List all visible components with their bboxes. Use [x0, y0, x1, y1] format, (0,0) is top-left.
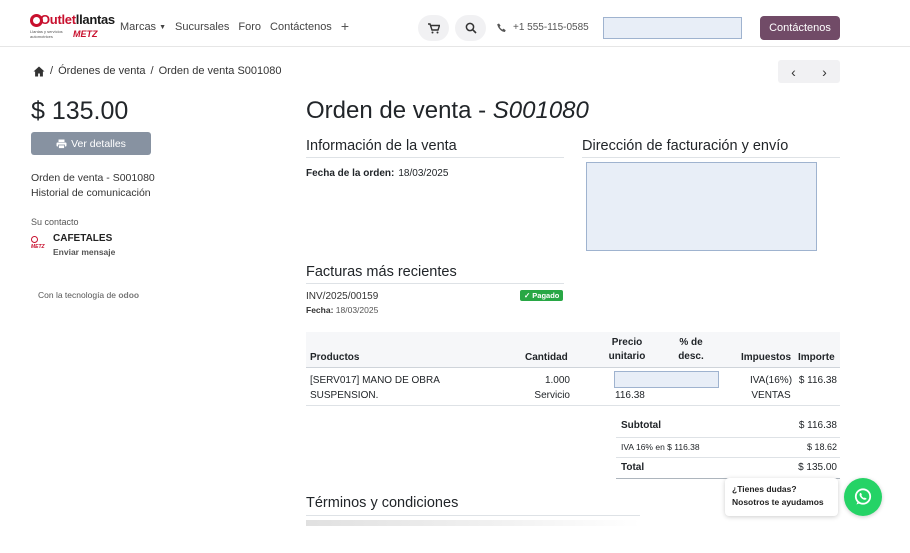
order-date: Fecha de la orden: 18/03/2025 [306, 168, 449, 179]
site-logo[interactable]: Outletllantas Llantas y servicios automo… [30, 12, 115, 42]
tax-label: IVA 16% en $ 116.38 [621, 442, 700, 452]
menu-item-contactenos[interactable]: Contáctenos [270, 21, 332, 33]
table-cell-product: [SERV017] MANO DE OBRA SUSPENSION. [310, 375, 440, 401]
breadcrumb: / Órdenes de venta / Orden de venta S001… [33, 65, 282, 77]
printer-icon [56, 139, 67, 149]
cart-icon [427, 22, 440, 33]
plus-icon[interactable]: + [341, 19, 349, 33]
search-icon [465, 22, 477, 34]
record-pager: ‹ › [778, 60, 840, 83]
total-label: Total [621, 462, 645, 473]
previous-button[interactable]: ‹ [778, 60, 809, 83]
redacted-cell [614, 371, 719, 388]
tax-value: $ 18.62 [806, 442, 837, 452]
invoice-date: Fecha: 18/03/2025 [306, 305, 379, 315]
redacted-address [586, 162, 817, 251]
divider [306, 283, 564, 284]
col-amount: Importe [798, 352, 835, 363]
table-cell-quantity: 1.000 Servicio [534, 375, 570, 401]
menu-item-marcas[interactable]: Marcas ▼ [120, 21, 166, 33]
phone-link[interactable]: +1 555-115-0585 [497, 22, 589, 33]
divider [616, 457, 840, 458]
chat-prompt[interactable]: ¿Tienes dudas? Nosotros te ayudamos [725, 478, 838, 516]
breadcrumb-separator: / [50, 65, 54, 77]
logo-tagline: Llantas y servicios automotrices [30, 29, 63, 39]
terms-text-preview [306, 520, 640, 526]
address-heading: Dirección de facturación y envío [582, 138, 789, 154]
contact-avatar: METZ [31, 236, 49, 252]
contact-heading: Su contacto [31, 217, 79, 227]
table-cell-taxes: IVA(16%) VENTAS [749, 375, 793, 401]
cart-button[interactable] [418, 15, 449, 41]
sidebar-link-order[interactable]: Orden de venta - S001080 [31, 172, 155, 184]
contact-button[interactable]: Contáctenos [760, 16, 840, 40]
divider [306, 157, 564, 158]
menu-item-foro[interactable]: Foro [238, 21, 261, 33]
subtotal-value: $ 116.38 [798, 420, 837, 431]
invoices-heading: Facturas más recientes [306, 264, 457, 280]
divider [616, 437, 840, 438]
logo-brand: METZ [73, 29, 98, 39]
chevron-down-icon: ▼ [159, 24, 166, 31]
main-menu: Marcas ▼ Sucursales Foro Contáctenos + [120, 19, 349, 33]
total-value: $ 135.00 [798, 462, 837, 473]
subtotal-label: Subtotal [621, 420, 661, 431]
order-amount: $ 135.00 [31, 97, 129, 125]
table-cell-unit-price: 116.38 [615, 390, 645, 401]
chevron-left-icon: ‹ [791, 63, 796, 80]
paid-badge: ✓ Pagado [520, 290, 564, 301]
top-navbar: Outletllantas Llantas y servicios automo… [0, 0, 910, 47]
home-icon[interactable] [33, 66, 45, 77]
divider [306, 515, 640, 516]
col-discount: % de desc. [678, 337, 704, 362]
check-icon: ✓ [524, 291, 531, 300]
divider [582, 157, 840, 158]
redacted-field [603, 17, 742, 39]
phone-icon [497, 23, 506, 32]
col-unit-price: Precio unitario [608, 337, 646, 362]
whatsapp-icon [854, 488, 872, 505]
next-button[interactable]: › [809, 60, 840, 83]
breadcrumb-current: Orden de venta S001080 [158, 65, 282, 77]
sidebar-link-history[interactable]: Historial de comunicación [31, 187, 151, 199]
logo-wordmark: Outletllantas [40, 12, 115, 27]
col-taxes: Impuestos [741, 352, 792, 363]
chevron-right-icon: › [822, 63, 827, 80]
breadcrumb-sale-orders[interactable]: Órdenes de venta [58, 65, 145, 77]
page-title: Orden de venta - S001080 [306, 97, 589, 124]
divider [306, 405, 840, 406]
view-details-button[interactable]: Ver detalles [31, 132, 151, 155]
contact-name: CAFETALES [53, 233, 113, 244]
search-button[interactable] [455, 15, 486, 41]
breadcrumb-separator: / [150, 65, 154, 77]
col-products: Productos [310, 352, 360, 363]
invoice-link[interactable]: INV/2025/00159 [306, 291, 378, 302]
powered-by: Con la tecnología de odoo [38, 290, 140, 300]
table-cell-amount: $ 116.38 [798, 375, 837, 386]
odoo-logo[interactable]: odoo [118, 290, 139, 300]
terms-heading: Términos y condiciones [306, 495, 459, 511]
sale-info-heading: Información de la venta [306, 138, 457, 154]
menu-item-sucursales[interactable]: Sucursales [175, 21, 229, 33]
whatsapp-button[interactable] [844, 478, 882, 516]
col-quantity: Cantidad [525, 352, 568, 363]
send-message-link[interactable]: Enviar mensaje [53, 247, 115, 257]
